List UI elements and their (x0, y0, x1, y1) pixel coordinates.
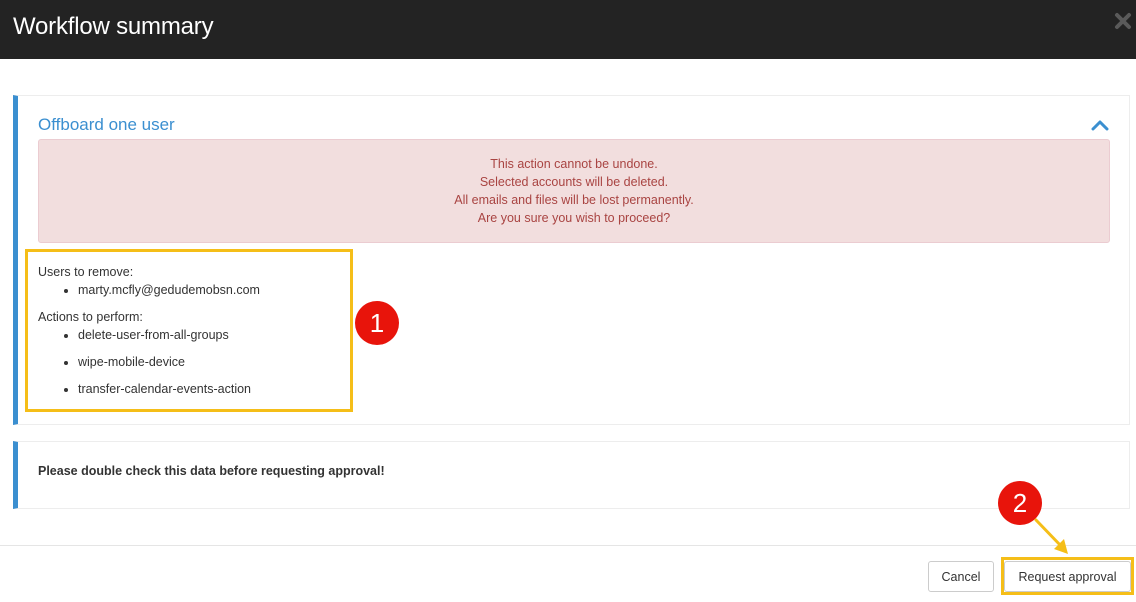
warning-line: Are you sure you wish to proceed? (477, 211, 671, 225)
workflow-title[interactable]: Offboard one user (38, 115, 175, 135)
footer-divider (0, 545, 1136, 546)
dialog-title: Workflow summary (13, 13, 214, 40)
cancel-button[interactable]: Cancel (928, 561, 994, 592)
highlight-box-approve (1001, 557, 1134, 595)
dialog-header: Workflow summary (0, 0, 1136, 59)
warning-line: Selected accounts will be deleted. (479, 175, 669, 189)
warning-alert: This action cannot be undone. Selected a… (38, 139, 1110, 243)
highlight-box-details (25, 249, 353, 412)
arrow-icon (1032, 517, 1074, 557)
close-icon[interactable] (1114, 10, 1132, 32)
chevron-up-icon[interactable] (1091, 118, 1109, 132)
notice-text: Please double check this data before req… (38, 464, 385, 478)
warning-line: All emails and files will be lost perman… (454, 193, 694, 207)
step-badge-1: 1 (355, 301, 399, 345)
warning-line: This action cannot be undone. (490, 157, 658, 171)
notice-panel: Please double check this data before req… (13, 441, 1130, 509)
